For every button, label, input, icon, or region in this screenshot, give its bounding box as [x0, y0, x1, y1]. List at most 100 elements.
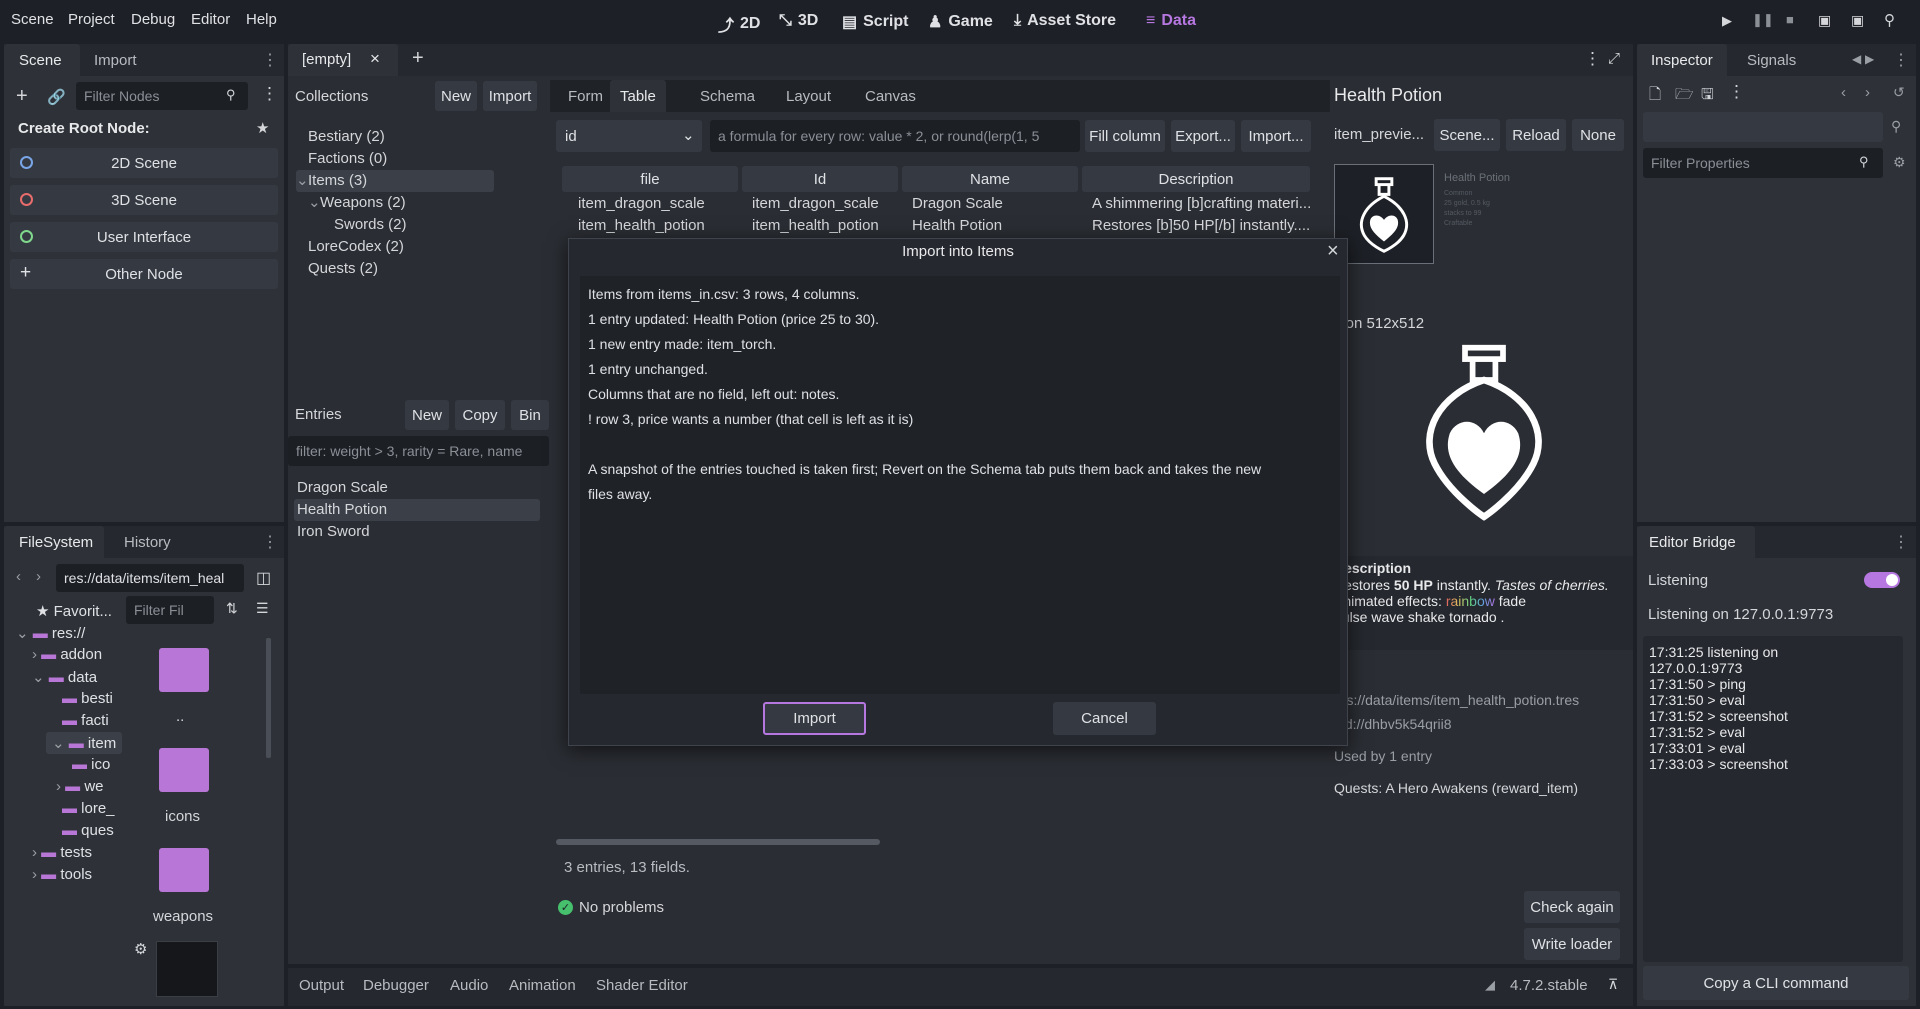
tree-favorites[interactable]: ★ Favorit...: [36, 602, 112, 620]
node-ui-button[interactable]: User Interface: [10, 222, 278, 252]
collection-bestiary[interactable]: Bestiary (2): [308, 128, 385, 145]
tree-quests[interactable]: ▬ ques: [62, 822, 114, 839]
tree-lore[interactable]: ▬ lore_: [62, 800, 115, 817]
history-icon[interactable]: ↺: [1893, 84, 1905, 101]
entry-health-potion[interactable]: Health Potion: [297, 501, 387, 518]
next-dock-icon[interactable]: ▶: [1865, 52, 1874, 66]
play-icon[interactable]: ▶: [1722, 13, 1732, 29]
cell-id[interactable]: item_health_potion: [752, 217, 879, 234]
scene-menu-icon[interactable]: ⋮: [261, 84, 278, 104]
play-custom-icon[interactable]: ▣: [1851, 12, 1864, 29]
node-2d-scene-button[interactable]: 2D Scene: [10, 148, 278, 178]
tree-bestiary[interactable]: ▬ besti: [62, 690, 113, 707]
sort-icon[interactable]: ⇅: [226, 600, 238, 617]
stop-icon[interactable]: ■: [1786, 12, 1794, 27]
tab-form[interactable]: Form: [568, 88, 603, 105]
tab-output[interactable]: Output: [299, 977, 344, 994]
tab-shader-editor[interactable]: Shader Editor: [596, 977, 688, 994]
column-select[interactable]: id ⌄: [556, 120, 702, 152]
split-view-icon[interactable]: ◫: [256, 568, 271, 588]
object-search-icon[interactable]: ⚲: [1891, 118, 1901, 135]
collection-lorecodex[interactable]: LoreCodex (2): [308, 238, 404, 255]
scrollbar[interactable]: [266, 638, 271, 758]
tab-import[interactable]: Import: [94, 52, 137, 69]
close-icon[interactable]: ×: [370, 49, 380, 69]
fullscreen-icon[interactable]: ⤢: [1608, 50, 1620, 67]
property-options-icon[interactable]: ⚙: [1893, 154, 1906, 171]
menu-project[interactable]: Project: [68, 11, 115, 28]
dialog-import-button[interactable]: Import: [763, 702, 866, 735]
collection-factions[interactable]: Factions (0): [308, 150, 387, 167]
filter-nodes-input[interactable]: Filter Nodes: [76, 82, 248, 110]
chevron-down-icon[interactable]: ⌄: [308, 193, 321, 211]
entry-bin-button[interactable]: Bin: [511, 400, 549, 430]
tab-animation[interactable]: Animation: [509, 977, 576, 994]
export-button[interactable]: Export...: [1171, 120, 1235, 152]
file-thumbnail[interactable]: [156, 941, 218, 997]
formula-input[interactable]: a formula for every row: value * 2, or r…: [710, 120, 1080, 152]
menu-scene[interactable]: Scene: [11, 11, 54, 28]
dialog-cancel-button[interactable]: Cancel: [1053, 702, 1156, 735]
header-id[interactable]: Id: [742, 166, 898, 192]
collection-items[interactable]: Items (3): [308, 172, 367, 189]
collection-new-button[interactable]: New: [435, 81, 477, 111]
reload-button[interactable]: Reload: [1506, 119, 1566, 151]
none-button[interactable]: None: [1572, 119, 1624, 151]
import-toolbar-button[interactable]: Import...: [1241, 120, 1311, 152]
entry-copy-button[interactable]: Copy: [455, 400, 505, 430]
node-3d-scene-button[interactable]: 3D Scene: [10, 185, 278, 215]
add-node-icon[interactable]: +: [16, 85, 28, 108]
tree-tests[interactable]: › ▬ tests: [32, 844, 92, 861]
collection-quests[interactable]: Quests (2): [308, 260, 378, 277]
header-description[interactable]: Description: [1082, 166, 1310, 192]
fs-filter-input[interactable]: Filter Fil: [126, 596, 214, 624]
tree-weapons[interactable]: › ▬ we: [56, 778, 104, 795]
movie-maker-icon[interactable]: ⚲: [1884, 11, 1895, 29]
tree-addon[interactable]: › ▬ addon: [32, 646, 102, 663]
folder-icon[interactable]: [159, 748, 209, 792]
tab-inspector[interactable]: Inspector: [1637, 44, 1727, 76]
cell-description[interactable]: Restores [b]50 HP[/b] instantly....: [1092, 217, 1310, 234]
forward-icon[interactable]: ›: [36, 568, 41, 585]
cell-id[interactable]: item_dragon_scale: [752, 195, 879, 212]
inspector-options-icon[interactable]: ⋮: [1728, 82, 1745, 102]
scene-pick-button[interactable]: Scene...: [1434, 119, 1500, 151]
header-name[interactable]: Name: [902, 166, 1078, 192]
filter-properties-input[interactable]: Filter Properties: [1643, 148, 1883, 178]
tree-items[interactable]: ⌄ ▬ item: [46, 732, 123, 754]
more-icon[interactable]: ⋮: [1584, 49, 1601, 69]
open-folder-icon[interactable]: 🗁: [1675, 84, 1694, 109]
tab-scene[interactable]: Scene: [4, 44, 80, 76]
close-icon[interactable]: ×: [1327, 240, 1339, 263]
save-icon[interactable]: 🖫: [1701, 84, 1714, 109]
tree-data[interactable]: ⌄ ▬ data: [32, 668, 97, 686]
tab-editor-bridge[interactable]: Editor Bridge: [1637, 526, 1755, 558]
copy-cli-button[interactable]: Copy a CLI command: [1643, 966, 1909, 1000]
tab-table[interactable]: Table: [610, 80, 666, 112]
pause-icon[interactable]: ❚❚: [1752, 12, 1774, 28]
pin-icon[interactable]: ⊼: [1608, 976, 1618, 993]
node-other-button[interactable]: + Other Node: [10, 259, 278, 289]
horizontal-scrollbar[interactable]: [556, 839, 880, 845]
back-icon[interactable]: ‹: [16, 568, 21, 585]
collection-import-button[interactable]: Import: [483, 81, 537, 111]
cell-description[interactable]: A shimmering [b]crafting materi...: [1092, 195, 1311, 212]
check-again-button[interactable]: Check again: [1524, 891, 1620, 923]
cell-file[interactable]: item_health_potion: [578, 217, 705, 234]
fs-menu-icon[interactable]: ⋮: [262, 532, 278, 552]
update-spinner-icon[interactable]: ◢: [1485, 977, 1495, 993]
tab-schema[interactable]: Schema: [700, 88, 755, 105]
favorite-star-icon[interactable]: ★: [256, 119, 269, 137]
tab-filesystem[interactable]: FileSystem: [4, 526, 104, 558]
tree-icons[interactable]: ▬ ico: [72, 756, 110, 773]
dock-menu-icon[interactable]: ⋮: [262, 50, 278, 70]
prev-dock-icon[interactable]: ◀: [1852, 52, 1861, 66]
folder-icon[interactable]: [159, 848, 209, 892]
workspace-asset-store[interactable]: ⤓ Asset Store: [1014, 12, 1116, 30]
entries-filter-input[interactable]: filter: weight > 3, rarity = Rare, name: [288, 436, 549, 466]
bridge-menu-icon[interactable]: ⋮: [1893, 532, 1909, 552]
tab-debugger[interactable]: Debugger: [363, 977, 429, 994]
tree-tools[interactable]: › ▬ tools: [32, 866, 92, 883]
inspector-menu-icon[interactable]: ⋮: [1893, 50, 1909, 70]
menu-debug[interactable]: Debug: [131, 11, 175, 28]
